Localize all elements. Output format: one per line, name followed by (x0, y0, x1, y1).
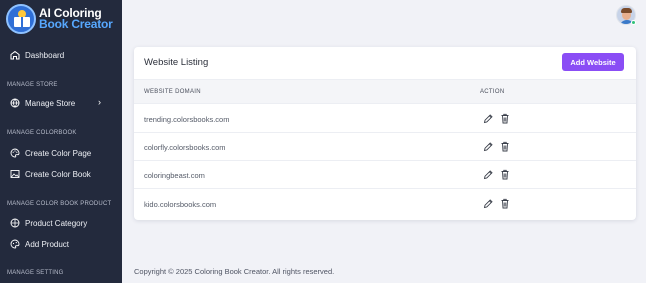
add-website-button[interactable]: Add Website (562, 53, 624, 71)
column-header-action: ACTION (480, 89, 505, 95)
image-icon (10, 169, 20, 179)
online-status-dot (631, 20, 636, 25)
sidebar-item-label: Create Color Page (25, 148, 92, 158)
brand-name-line2: Book Creator (39, 17, 113, 31)
table-row: kido.colorsbooks.com (134, 190, 636, 218)
sidebar-item-label: Add Product (25, 239, 70, 249)
edit-icon[interactable] (483, 169, 493, 180)
globe-icon (10, 98, 20, 108)
brand-logo[interactable]: AI Coloring Book Creator (6, 2, 118, 36)
domain-cell: colorfly.colorsbooks.com (144, 143, 226, 152)
sidebar-item-label: Product Category (25, 218, 88, 228)
sidebar-item-create-color-page[interactable]: Create Color Page (10, 146, 91, 160)
sidebar-item-create-color-book[interactable]: Create Color Book (10, 167, 91, 181)
domain-cell: kido.colorsbooks.com (144, 200, 217, 209)
sidebar-item-manage-store[interactable]: Manage Store (10, 96, 75, 110)
sidebar-item-label: Create Color Book (25, 169, 91, 179)
website-listing-card: Website Listing Add Website WEBSITE DOMA… (134, 47, 636, 220)
sidebar-item-product-category[interactable]: Product Category (10, 216, 87, 230)
delete-icon[interactable] (500, 198, 510, 209)
edit-icon[interactable] (483, 141, 493, 152)
sidebar-item-add-product[interactable]: Add Product (10, 237, 69, 251)
footer-copyright: Copyright © 2025 Coloring Book Creator. … (134, 267, 335, 276)
sidebar-item-label: Dashboard (25, 50, 65, 60)
table-row: trending.colorsbooks.com (134, 105, 636, 133)
section-manage-color-book-product: MANAGE COLOR BOOK PRODUCT (7, 201, 112, 207)
sidebar: AI Coloring Book Creator Dashboard MANAG… (0, 0, 122, 283)
category-icon (10, 218, 20, 228)
section-manage-setting: MANAGE SETTING (7, 270, 64, 276)
delete-icon[interactable] (500, 141, 510, 152)
sidebar-item-dashboard[interactable]: Dashboard (10, 48, 64, 62)
edit-icon[interactable] (483, 113, 493, 124)
domain-cell: coloringbeast.com (144, 171, 205, 180)
table-row: colorfly.colorsbooks.com (134, 133, 636, 161)
palette-icon (10, 239, 20, 249)
delete-icon[interactable] (500, 169, 510, 180)
dashboard-icon (10, 50, 20, 60)
chevron-right-icon[interactable]: › (98, 97, 101, 107)
logo-icon (6, 4, 36, 34)
delete-icon[interactable] (500, 113, 510, 124)
section-manage-colorbook: MANAGE COLORBOOK (7, 130, 77, 136)
section-manage-store: MANAGE STORE (7, 82, 58, 88)
table-header: WEBSITE DOMAIN ACTION (134, 79, 636, 104)
palette-icon (10, 148, 20, 158)
card-title: Website Listing (144, 57, 209, 68)
sidebar-item-label: Manage Store (25, 98, 76, 108)
domain-cell: trending.colorsbooks.com (144, 115, 230, 124)
column-header-domain: WEBSITE DOMAIN (144, 89, 201, 95)
edit-icon[interactable] (483, 198, 493, 209)
table-row: coloringbeast.com (134, 161, 636, 189)
